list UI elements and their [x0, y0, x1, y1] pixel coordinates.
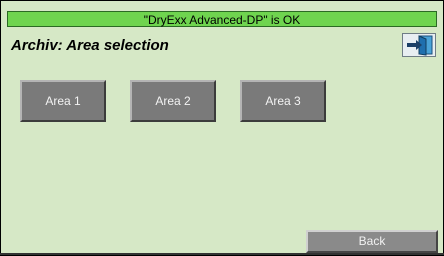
status-bar: "DryExx Advanced-DP" is OK: [7, 11, 437, 27]
exit-button[interactable]: [402, 33, 436, 57]
area-1-button[interactable]: Area 1: [20, 80, 106, 122]
exit-door-icon: [407, 35, 433, 56]
back-button[interactable]: Back: [306, 230, 438, 253]
page-title: Archiv: Area selection: [11, 37, 169, 54]
area-3-button[interactable]: Area 3: [240, 80, 326, 122]
bottom-divider: [0, 253, 444, 255]
hmi-screen: "DryExx Advanced-DP" is OK Archiv: Area …: [0, 0, 444, 256]
area-2-button[interactable]: Area 2: [130, 80, 216, 122]
